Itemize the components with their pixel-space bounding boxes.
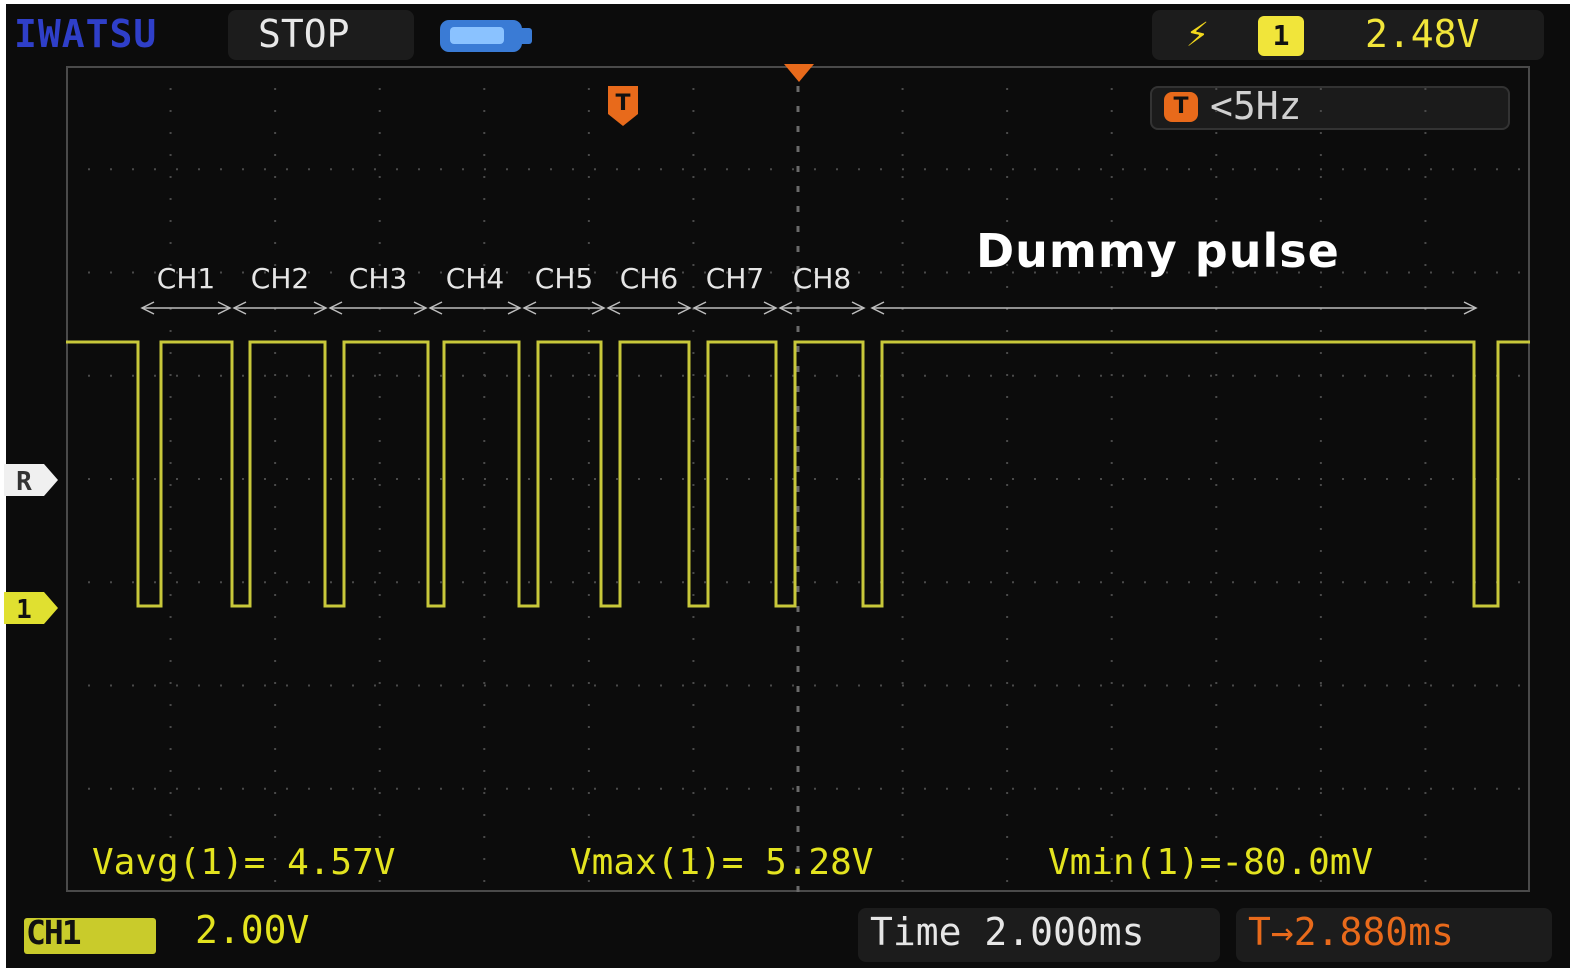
channel-label: CH5 (535, 262, 593, 295)
ch1-marker-label: 1 (16, 595, 32, 625)
channel-labels: CH1 CH2 CH3 CH4 CH5 CH6 CH7 CH8 (157, 262, 851, 295)
measurement-vmin: Vmin(1)=-80.0mV (1048, 842, 1374, 883)
graticule (66, 66, 1530, 892)
channel-label: CH2 (251, 262, 309, 295)
trigger-offset-icon: T (1248, 910, 1271, 954)
channel-label: CH3 (349, 262, 407, 295)
waveform-plot: CH1 CH2 CH3 CH4 CH5 CH6 CH7 CH8 (66, 66, 1530, 892)
trigger-point-marker (784, 64, 814, 82)
channel-badge[interactable]: CH1 (26, 913, 82, 952)
channel-label: CH7 (706, 262, 764, 295)
trigger-offset[interactable]: T→2.880ms (1248, 910, 1454, 954)
channel-volts-per-div[interactable]: 2.00V (195, 908, 309, 952)
trigger-position-marker[interactable]: T (606, 84, 640, 128)
channel-label: CH1 (157, 262, 215, 295)
ch1-ground-marker[interactable]: 1 (0, 590, 60, 626)
battery-level (450, 27, 504, 44)
timebase-label[interactable]: Time 2.000ms (870, 910, 1145, 954)
battery-tip (520, 28, 532, 44)
rising-edge-icon: ⚡ (1186, 11, 1209, 55)
trigger-source-badge[interactable]: 1 (1258, 16, 1304, 56)
trigger-status-pill[interactable] (1152, 10, 1544, 60)
channel-label: CH6 (620, 262, 678, 295)
run-state-label[interactable]: STOP (258, 12, 350, 56)
trigger-offset-value: →2.880ms (1270, 910, 1454, 954)
trigger-position-label: T (615, 91, 630, 116)
channel-span-arrows (140, 301, 1478, 315)
measurement-vavg: Vavg(1)= 4.57V (92, 842, 396, 883)
reference-marker[interactable]: R (0, 462, 60, 498)
dummy-pulse-annotation: Dummy pulse (976, 224, 1340, 278)
reference-marker-label: R (16, 467, 32, 497)
trigger-level[interactable]: 2.48V (1365, 12, 1479, 56)
measurement-vmax: Vmax(1)= 5.28V (570, 842, 874, 883)
channel-label: CH4 (446, 262, 504, 295)
channel-label: CH8 (793, 262, 851, 295)
brand-logo: IWATSU (14, 12, 158, 56)
